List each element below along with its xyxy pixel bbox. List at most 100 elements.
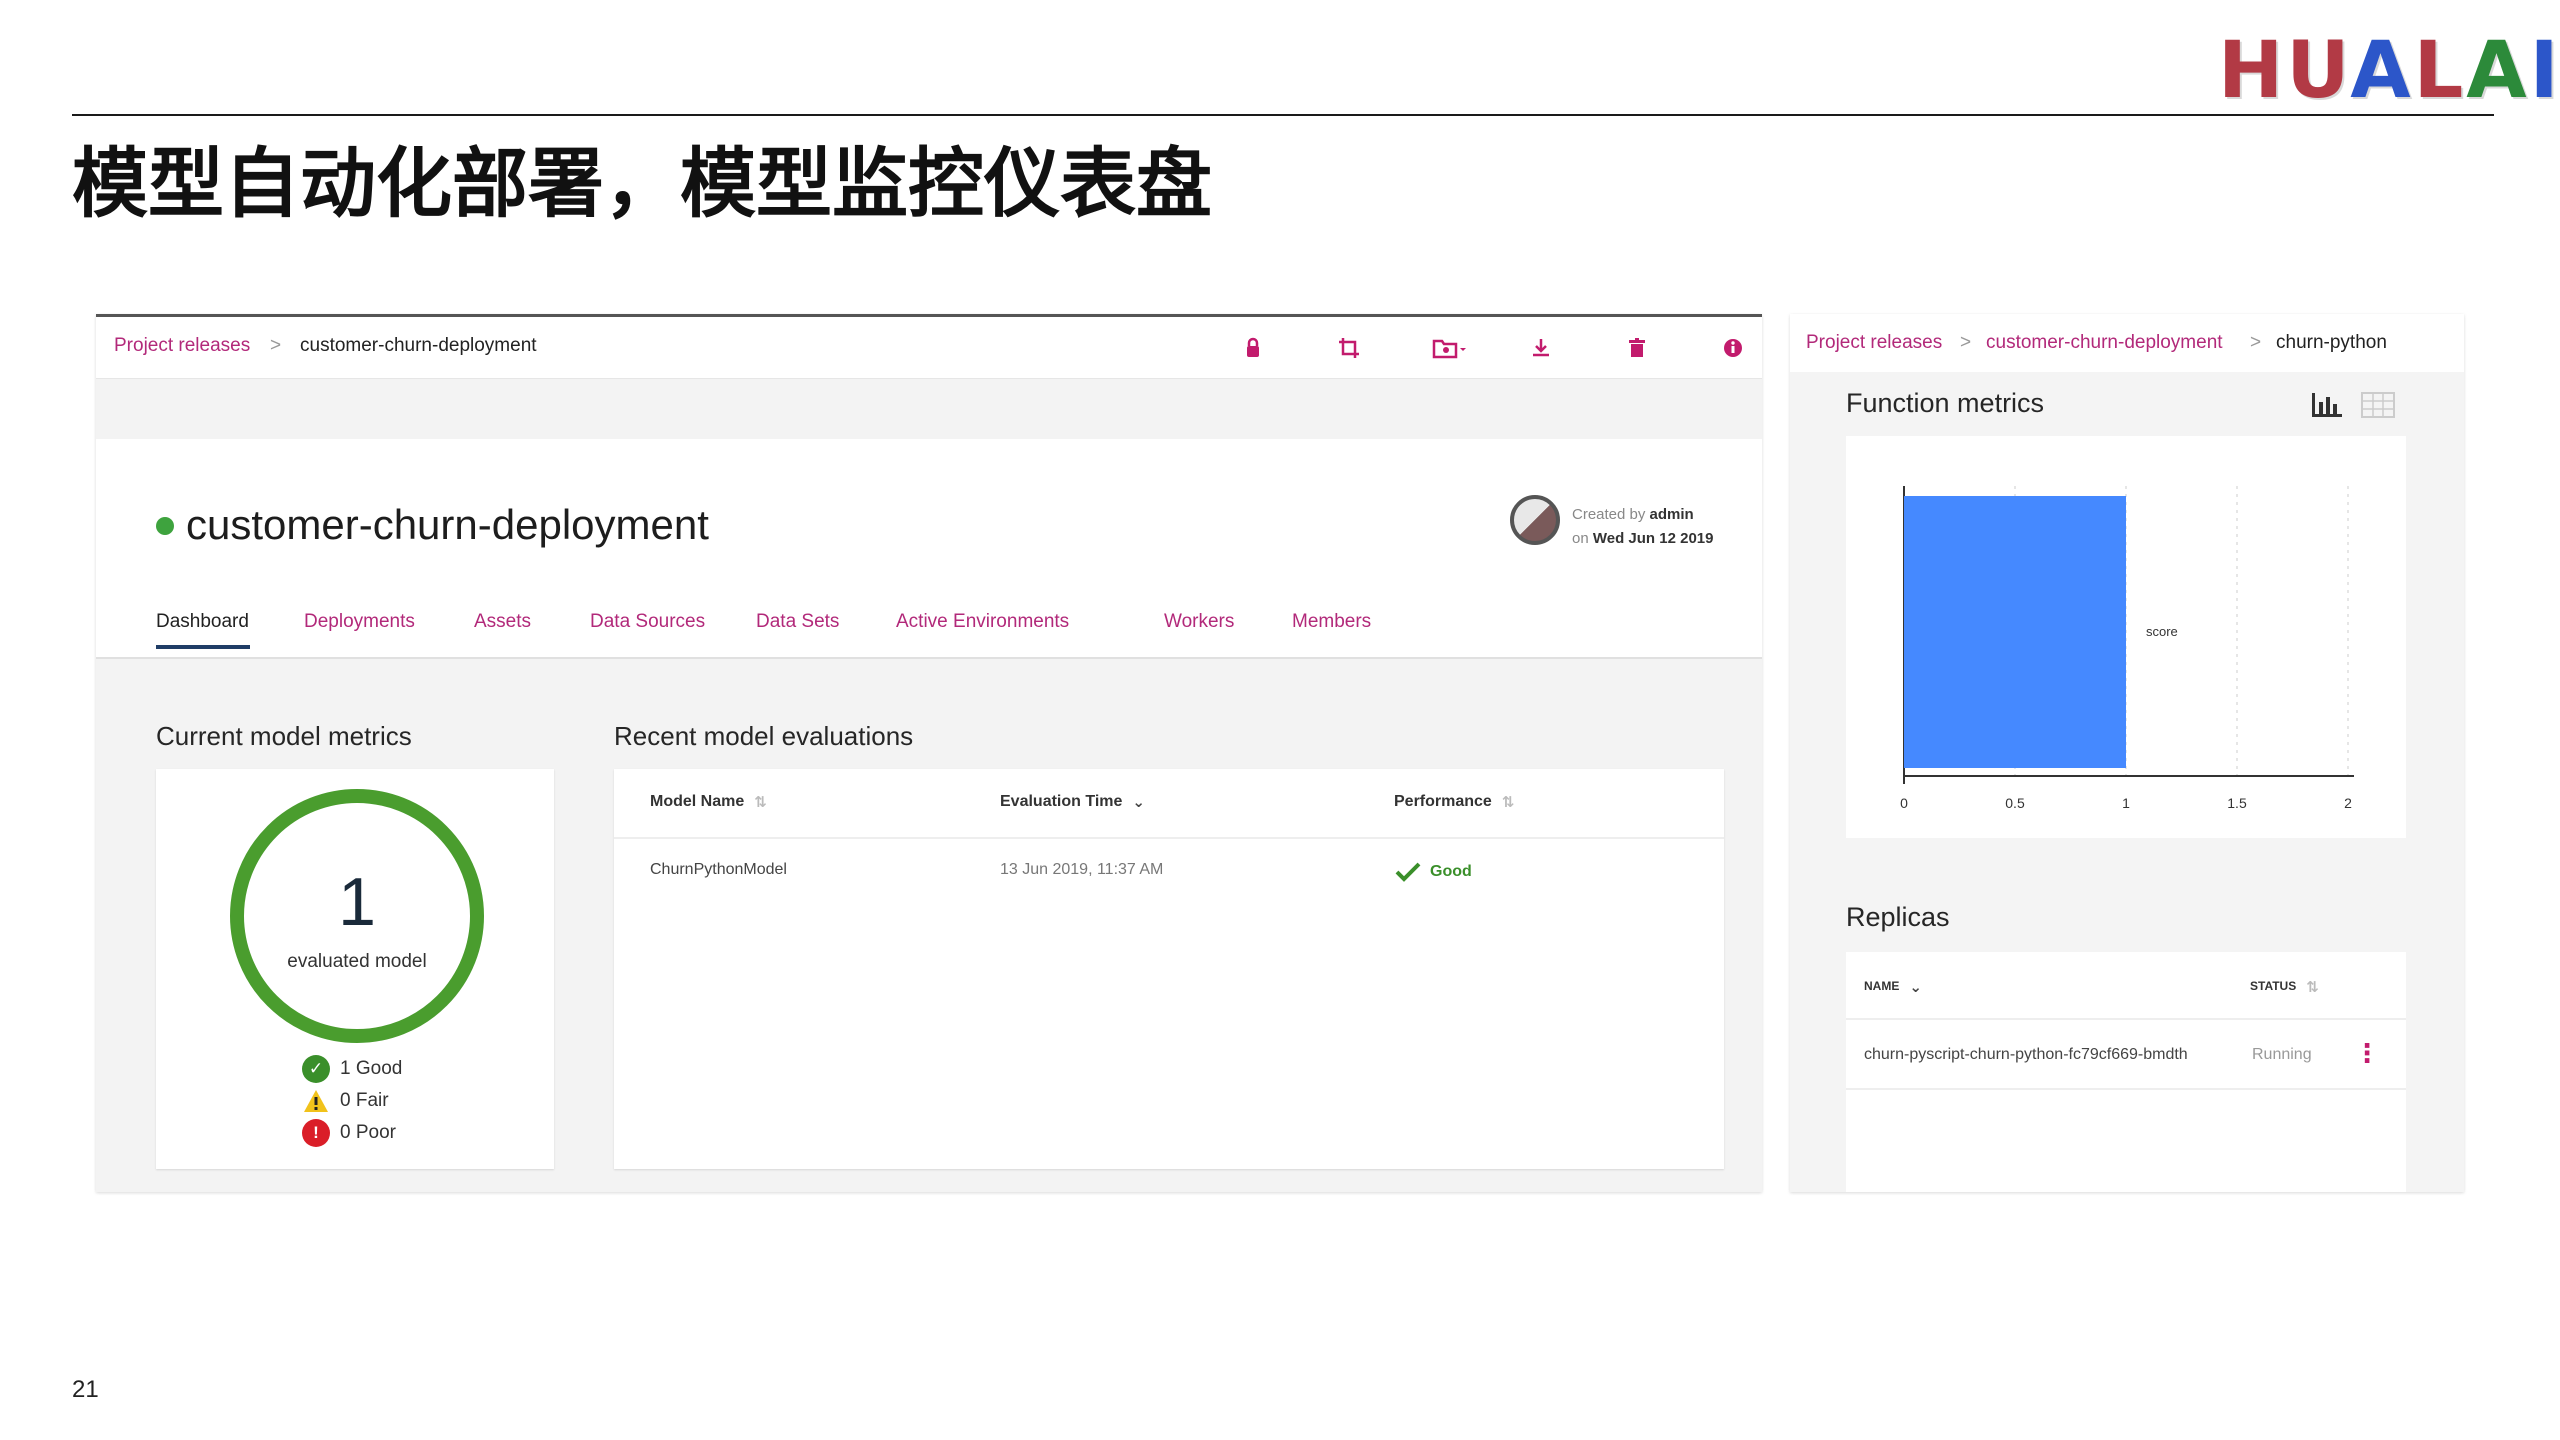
- logo-letter: H: [2218, 26, 2287, 116]
- legend-poor: ! 0 Poor: [302, 1119, 396, 1149]
- created-by-user: admin: [1649, 506, 1694, 523]
- col-replica-name-label: NAME: [1864, 979, 1900, 994]
- legend-good: ✓ 1 Good: [302, 1055, 402, 1085]
- logo-letter: A: [2466, 26, 2530, 116]
- legend-poor-label: 0 Poor: [340, 1122, 396, 1144]
- col-performance-label: Performance: [1394, 793, 1492, 811]
- sort-icon: ⇅: [754, 794, 767, 811]
- top-bar: Project releases > customer-churn-deploy…: [96, 317, 1762, 379]
- x-tick-label: 0: [1900, 795, 1908, 811]
- col-performance[interactable]: Performance ⇅: [1394, 793, 1514, 811]
- col-evaluation-time-label: Evaluation Time: [1000, 793, 1123, 811]
- deployment-name: customer-churn-deployment: [186, 501, 709, 548]
- replicas-table: NAME ⌄ STATUS ⇅ churn-pyscript-churn-pytho…: [1846, 952, 2406, 1192]
- created-info: Created by admin on Wed Jun 12 2019: [1572, 503, 1713, 551]
- breadcrumb-current: churn-python: [2276, 332, 2387, 353]
- x-tick-label: 1.5: [2227, 795, 2247, 811]
- trash-icon[interactable]: [1622, 333, 1652, 363]
- header-divider: [72, 114, 2494, 116]
- evaluations-title: Recent model evaluations: [614, 721, 914, 751]
- evaluated-count: 1: [338, 864, 376, 940]
- tab-dashboard[interactable]: Dashboard: [156, 611, 249, 633]
- col-model-name[interactable]: Model Name ⇅: [650, 793, 767, 811]
- sort-icon: ⇅: [2306, 979, 2319, 996]
- evaluations-table: Model Name ⇅ Evaluation Time ⌄ Performance…: [614, 769, 1724, 1169]
- tab-workers[interactable]: Workers: [1164, 611, 1234, 633]
- created-by-label: Created by: [1572, 506, 1646, 523]
- table-header: Model Name ⇅ Evaluation Time ⌄ Performance…: [614, 769, 1724, 839]
- replica-name: churn-pyscript-churn-python-fc79cf669-bm…: [1864, 1046, 2188, 1063]
- function-metrics-title: Function metrics: [1846, 388, 2045, 418]
- creator-avatar: [1510, 495, 1560, 545]
- sort-desc-icon: ⌄: [1909, 979, 1922, 996]
- tab-active-environments[interactable]: Active Environments: [896, 611, 1069, 633]
- deployment-header: customer-churn-deployment Created by adm…: [96, 439, 1762, 659]
- logo-letter: U: [2286, 26, 2351, 116]
- tab-members[interactable]: Members: [1292, 611, 1371, 633]
- replicas-title: Replicas: [1846, 902, 1950, 932]
- breadcrumb-project-releases[interactable]: Project releases: [1806, 332, 1942, 354]
- deployment-dashboard-screenshot: Project releases > customer-churn-deploy…: [96, 314, 1762, 1192]
- hualai-logo: HUALAI: [2218, 32, 2560, 110]
- tab-data-sources[interactable]: Data Sources: [590, 611, 705, 633]
- function-metrics-screenshot: Project releases > customer-churn-deploy…: [1790, 314, 2464, 1192]
- replica-status: Running: [2252, 1046, 2312, 1063]
- function-metrics-chart: score 0 0.5 1 1.5 2: [1846, 436, 2406, 838]
- checkmark-icon: [1395, 862, 1421, 882]
- logo-letter: A: [2350, 26, 2414, 116]
- warning-icon: [304, 1090, 328, 1112]
- tab-data-sets[interactable]: Data Sets: [756, 611, 839, 633]
- sort-desc-icon: ⌄: [1132, 794, 1145, 811]
- col-replica-status[interactable]: STATUS ⇅: [2250, 978, 2319, 996]
- x-tick-label: 2: [2344, 795, 2352, 811]
- error-icon: !: [302, 1119, 330, 1147]
- col-replica-name[interactable]: NAME ⌄: [1864, 978, 1922, 996]
- created-on-label: on: [1572, 530, 1589, 547]
- breadcrumb-separator: >: [2250, 332, 2262, 353]
- evaluated-model-ring: 1 evaluated model: [230, 789, 484, 1043]
- x-tick-label: 1: [2122, 795, 2130, 811]
- slide-title: 模型自动化部署，模型监控仪表盘: [72, 139, 1212, 228]
- bar-label: score: [2146, 624, 2178, 639]
- tab-assets[interactable]: Assets: [474, 611, 531, 633]
- table-divider: [1846, 1088, 2406, 1090]
- legend-fair-label: 0 Fair: [340, 1090, 389, 1112]
- row-model-name[interactable]: ChurnPythonModel: [650, 861, 787, 879]
- metrics-title: Current model metrics: [156, 721, 412, 751]
- info-icon[interactable]: [1718, 333, 1748, 363]
- col-model-name-label: Model Name: [650, 793, 745, 811]
- evaluated-label: evaluated model: [287, 951, 427, 972]
- col-replica-status-label: STATUS: [2250, 979, 2297, 994]
- performance-value: Good: [1430, 863, 1472, 881]
- download-icon[interactable]: [1526, 333, 1556, 363]
- page-number: 21: [72, 1376, 99, 1403]
- breadcrumb-separator: >: [1960, 332, 1972, 353]
- check-circle-icon: ✓: [302, 1055, 330, 1083]
- metrics-card: 1 evaluated model ✓ 1 Good 0 Fair ! 0 Poor: [156, 769, 554, 1169]
- row-performance: Good: [1394, 861, 1472, 883]
- legend-good-label: 1 Good: [340, 1058, 403, 1080]
- row-evaluation-time: 13 Jun 2019, 11:37 AM: [1000, 861, 1164, 878]
- table-divider: [1846, 1018, 2406, 1020]
- folder-settings-icon[interactable]: [1430, 333, 1466, 363]
- col-evaluation-time[interactable]: Evaluation Time ⌄: [1000, 793, 1145, 811]
- created-on-date: Wed Jun 12 2019: [1592, 530, 1714, 547]
- tab-deployments[interactable]: Deployments: [304, 611, 415, 633]
- crop-icon[interactable]: [1334, 333, 1364, 363]
- legend-fair: 0 Fair: [302, 1087, 389, 1117]
- active-tab-indicator: [156, 645, 250, 649]
- breadcrumb-current: customer-churn-deployment: [300, 335, 537, 356]
- lock-icon[interactable]: [1238, 333, 1268, 363]
- sort-icon: ⇅: [1501, 794, 1515, 811]
- status-indicator: [156, 517, 174, 535]
- table-view-icon[interactable]: [2360, 390, 2396, 420]
- bar-chart-view-icon[interactable]: [2308, 390, 2344, 420]
- breadcrumb-deployment[interactable]: customer-churn-deployment: [1986, 332, 2223, 354]
- bar-score: [1904, 496, 2126, 768]
- breadcrumb-project-releases[interactable]: Project releases: [114, 335, 250, 357]
- breadcrumb-separator: >: [270, 335, 282, 356]
- right-top-bar: Project releases > customer-churn-deploy…: [1790, 314, 2464, 372]
- bar-chart: score 0 0.5 1 1.5 2: [1900, 486, 2354, 811]
- logo-letter: I: [2529, 26, 2560, 116]
- overflow-menu-icon[interactable]: ⋮: [2354, 1040, 2380, 1066]
